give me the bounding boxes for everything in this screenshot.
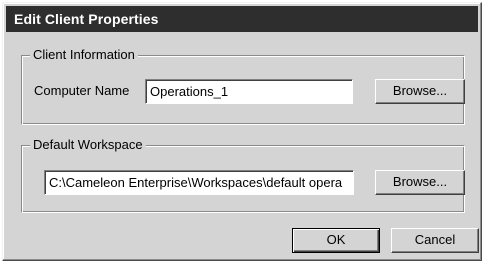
- workspace-path-input[interactable]: C:\Cameleon Enterprise\Workspaces\defaul…: [44, 170, 354, 195]
- cancel-button[interactable]: Cancel: [391, 228, 479, 253]
- dialog-title: Edit Client Properties: [14, 11, 159, 27]
- computer-name-browse-button[interactable]: Browse...: [375, 79, 465, 104]
- computer-name-input[interactable]: Operations_1: [145, 79, 353, 104]
- workspace-browse-button[interactable]: Browse...: [375, 170, 465, 195]
- computer-name-label: Computer Name: [34, 83, 130, 98]
- default-workspace-legend: Default Workspace: [30, 137, 146, 153]
- ok-button[interactable]: OK: [292, 228, 380, 253]
- client-information-legend: Client Information: [30, 47, 138, 63]
- edit-client-properties-dialog: Edit Client Properties Client Informatio…: [2, 2, 482, 261]
- title-bar[interactable]: Edit Client Properties: [6, 6, 478, 32]
